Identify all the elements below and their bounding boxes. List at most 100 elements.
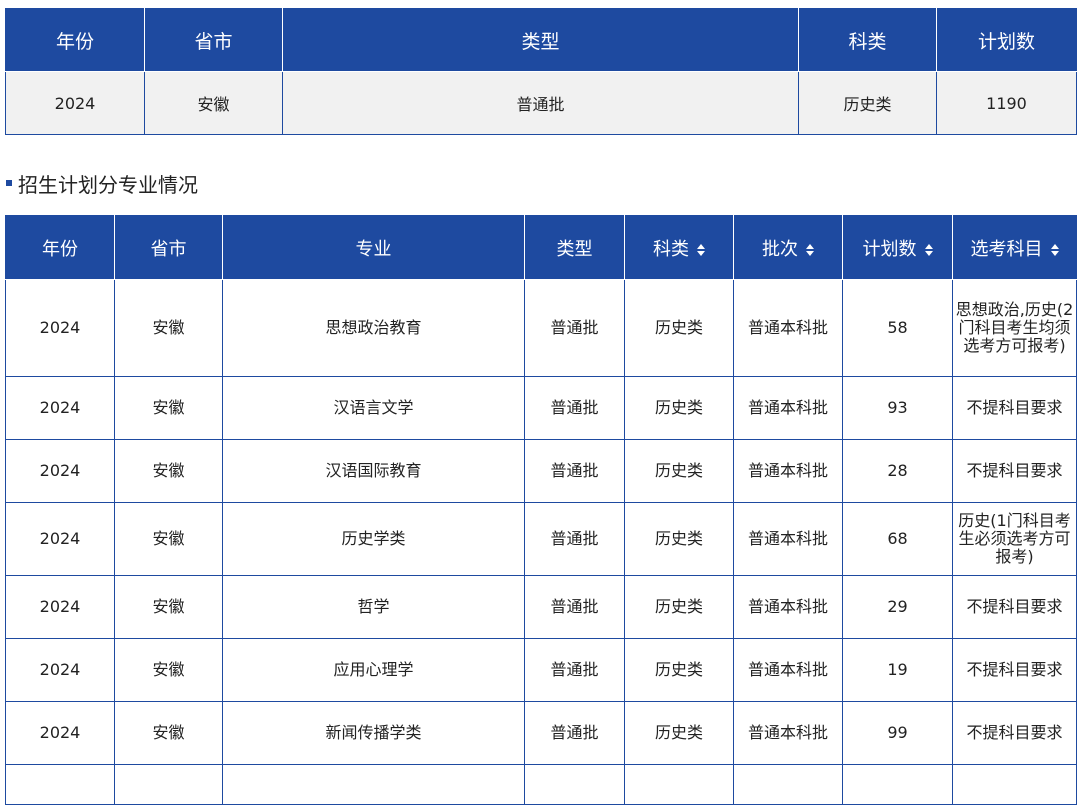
cell-province: 安徽	[114, 701, 223, 765]
cell-category: 历史类	[624, 502, 734, 576]
header-type: 类型	[524, 215, 625, 280]
cell-year: 2024	[5, 638, 115, 702]
cell-empty	[5, 764, 115, 805]
summary-header-province: 省市	[144, 8, 283, 72]
cell-empty	[842, 764, 953, 805]
cell-year: 2024	[5, 701, 115, 765]
summary-cell-year: 2024	[5, 71, 145, 135]
table-row: 2024 安徽 哲学 普通批 历史类 普通本科批 29 不提科目要求	[5, 575, 1077, 639]
cell-batch: 普通本科批	[733, 638, 843, 702]
cell-empty	[222, 764, 525, 805]
section-title: 招生计划分专业情况	[18, 172, 198, 197]
table-row-partial	[5, 764, 1077, 805]
header-year: 年份	[5, 215, 115, 280]
cell-category: 历史类	[624, 439, 734, 503]
cell-major: 汉语言文学	[222, 376, 525, 440]
cell-province: 安徽	[114, 575, 223, 639]
sort-icon[interactable]	[1050, 243, 1059, 256]
cell-type: 普通批	[524, 279, 625, 377]
cell-major: 哲学	[222, 575, 525, 639]
cell-empty	[733, 764, 843, 805]
sort-icon[interactable]	[806, 243, 814, 256]
cell-type: 普通批	[524, 439, 625, 503]
cell-category: 历史类	[624, 701, 734, 765]
table-row: 2024 安徽 应用心理学 普通批 历史类 普通本科批 19 不提科目要求	[5, 638, 1077, 702]
summary-cell-category: 历史类	[798, 71, 937, 135]
summary-header-year: 年份	[5, 8, 145, 72]
cell-province: 安徽	[114, 638, 223, 702]
cell-subjects: 历史(1门科目考生必须选考方可报考)	[952, 502, 1077, 576]
header-category-label: 科类	[653, 238, 689, 260]
cell-year: 2024	[5, 279, 115, 377]
cell-empty	[114, 764, 223, 805]
cell-plan-count: 28	[842, 439, 953, 503]
cell-batch: 普通本科批	[733, 439, 843, 503]
cell-major: 思想政治教育	[222, 279, 525, 377]
summary-header-type: 类型	[282, 8, 799, 72]
cell-batch: 普通本科批	[733, 279, 843, 377]
cell-plan-count: 58	[842, 279, 953, 377]
cell-major: 历史学类	[222, 502, 525, 576]
header-batch-label: 批次	[762, 238, 798, 260]
cell-category: 历史类	[624, 376, 734, 440]
summary-header-category: 科类	[798, 8, 937, 72]
cell-province: 安徽	[114, 502, 223, 576]
cell-empty	[952, 764, 1077, 805]
cell-plan-count: 99	[842, 701, 953, 765]
cell-batch: 普通本科批	[733, 376, 843, 440]
summary-table: 年份 省市 类型 科类 计划数 2024 安徽 普通批 历史类 1190	[5, 8, 1077, 135]
cell-province: 安徽	[114, 439, 223, 503]
header-major: 专业	[222, 215, 525, 280]
header-batch[interactable]: 批次	[733, 215, 843, 280]
cell-plan-count: 19	[842, 638, 953, 702]
header-plan-count[interactable]: 计划数	[842, 215, 953, 280]
section-heading: 招生计划分专业情况	[6, 168, 198, 198]
cell-plan-count: 29	[842, 575, 953, 639]
cell-plan-count: 93	[842, 376, 953, 440]
cell-type: 普通批	[524, 376, 625, 440]
header-plan-count-label: 计划数	[862, 238, 917, 260]
table-row: 2024 安徽 历史学类 普通批 历史类 普通本科批 68 历史(1门科目考生必…	[5, 502, 1077, 576]
square-bullet-icon	[6, 180, 12, 186]
cell-empty	[624, 764, 734, 805]
cell-batch: 普通本科批	[733, 575, 843, 639]
cell-subjects: 不提科目要求	[952, 638, 1077, 702]
major-plan-table: 年份 省市 专业 类型 科类 批次 计划数 选考科目 2024 安徽 思想政治教…	[5, 215, 1077, 805]
header-major-label: 专业	[355, 238, 392, 260]
cell-major: 汉语国际教育	[222, 439, 525, 503]
summary-row: 2024 安徽 普通批 历史类 1190	[5, 71, 1077, 135]
cell-subjects: 不提科目要求	[952, 439, 1077, 503]
cell-subjects: 不提科目要求	[952, 575, 1077, 639]
cell-province: 安徽	[114, 279, 223, 377]
sort-icon[interactable]	[697, 243, 705, 256]
header-year-label: 年份	[42, 238, 78, 260]
header-subjects-label: 选考科目	[970, 238, 1043, 260]
cell-subjects: 不提科目要求	[952, 376, 1077, 440]
cell-type: 普通批	[524, 502, 625, 576]
major-header-row: 年份 省市 专业 类型 科类 批次 计划数 选考科目	[5, 215, 1077, 280]
cell-year: 2024	[5, 376, 115, 440]
cell-major: 新闻传播学类	[222, 701, 525, 765]
cell-plan-count: 68	[842, 502, 953, 576]
table-row: 2024 安徽 思想政治教育 普通批 历史类 普通本科批 58 思想政治,历史(…	[5, 279, 1077, 377]
summary-cell-type: 普通批	[282, 71, 799, 135]
header-subjects[interactable]: 选考科目	[952, 215, 1077, 280]
cell-year: 2024	[5, 575, 115, 639]
cell-major: 应用心理学	[222, 638, 525, 702]
sort-icon[interactable]	[924, 243, 933, 256]
summary-cell-plan-count: 1190	[936, 71, 1077, 135]
cell-subjects: 不提科目要求	[952, 701, 1077, 765]
cell-year: 2024	[5, 439, 115, 503]
cell-category: 历史类	[624, 575, 734, 639]
header-province-label: 省市	[150, 238, 187, 260]
summary-header-plan-count: 计划数	[936, 8, 1077, 72]
cell-category: 历史类	[624, 638, 734, 702]
table-row: 2024 安徽 汉语言文学 普通批 历史类 普通本科批 93 不提科目要求	[5, 376, 1077, 440]
cell-subjects: 思想政治,历史(2门科目考生均须选考方可报考)	[952, 279, 1077, 377]
cell-type: 普通批	[524, 575, 625, 639]
cell-type: 普通批	[524, 638, 625, 702]
table-row: 2024 安徽 汉语国际教育 普通批 历史类 普通本科批 28 不提科目要求	[5, 439, 1077, 503]
header-category[interactable]: 科类	[624, 215, 734, 280]
cell-province: 安徽	[114, 376, 223, 440]
header-type-label: 类型	[556, 238, 593, 260]
